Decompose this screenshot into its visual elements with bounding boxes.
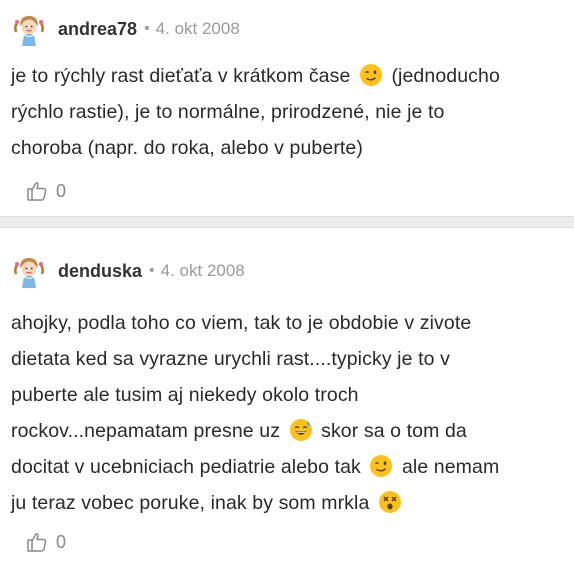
- like-count: 0: [56, 531, 67, 552]
- like-count: 0: [56, 180, 67, 201]
- author-name[interactable]: andrea78: [58, 19, 137, 40]
- dizzy-face-emoji-icon: [378, 490, 402, 514]
- comment-header: andrea78 • 4. okt 2008: [10, 7, 240, 51]
- avatar[interactable]: [10, 10, 48, 48]
- comment-line: dietata ked sa vyrazne urychli rast....t…: [11, 348, 450, 370]
- comment: denduska • 4. okt 2008 ahojky, podla toh…: [0, 228, 574, 565]
- header-separator: •: [144, 20, 150, 37]
- wink-emoji-icon: [369, 454, 393, 478]
- wink-emoji-icon: [359, 63, 383, 87]
- header-separator: •: [149, 262, 155, 279]
- comment-line: docitat v ucebniciach pediatrie alebo ta…: [11, 454, 500, 478]
- comment-line: choroba (napr. do roka, alebo v puberte): [11, 137, 363, 159]
- comment-line: rockov...nepamatam presne uz skor sa o t…: [11, 418, 467, 442]
- comment-line: rýchlo rastie), je to normálne, prirodze…: [11, 101, 445, 123]
- girl-avatar-icon: [10, 10, 48, 48]
- comment-line: ju teraz vobec poruke, inak by som mrkla: [11, 485, 566, 521]
- comment-date: 4. okt 2008: [155, 19, 240, 38]
- comment-date: 4. okt 2008: [160, 261, 245, 280]
- sweat-smile-emoji-icon: [289, 418, 313, 442]
- like-button[interactable]: 0: [26, 178, 66, 204]
- girl-avatar-icon: [10, 252, 48, 290]
- author-name[interactable]: denduska: [58, 261, 142, 282]
- comment-line: puberte ale tusim aj niekedy okolo troch: [11, 384, 359, 406]
- like-button[interactable]: 0: [26, 529, 66, 555]
- thumbs-up-icon: [27, 533, 47, 552]
- thumbs-up-icon: [27, 182, 47, 201]
- comment-body: je to rýchly rast dieťaťa v krátkom čase…: [11, 58, 566, 166]
- comment: andrea78 • 4. okt 2008 je to rýchly rast…: [0, 0, 574, 216]
- comment-header: denduska • 4. okt 2008: [10, 249, 245, 293]
- comment-line: ahojky, podla toho co viem, tak to je ob…: [11, 312, 472, 334]
- comment-body: ahojky, podla toho co viem, tak to je ob…: [11, 305, 566, 521]
- comment-divider: [0, 216, 574, 228]
- avatar[interactable]: [10, 252, 48, 290]
- comment-line: je to rýchly rast dieťaťa v krátkom čase…: [11, 63, 500, 87]
